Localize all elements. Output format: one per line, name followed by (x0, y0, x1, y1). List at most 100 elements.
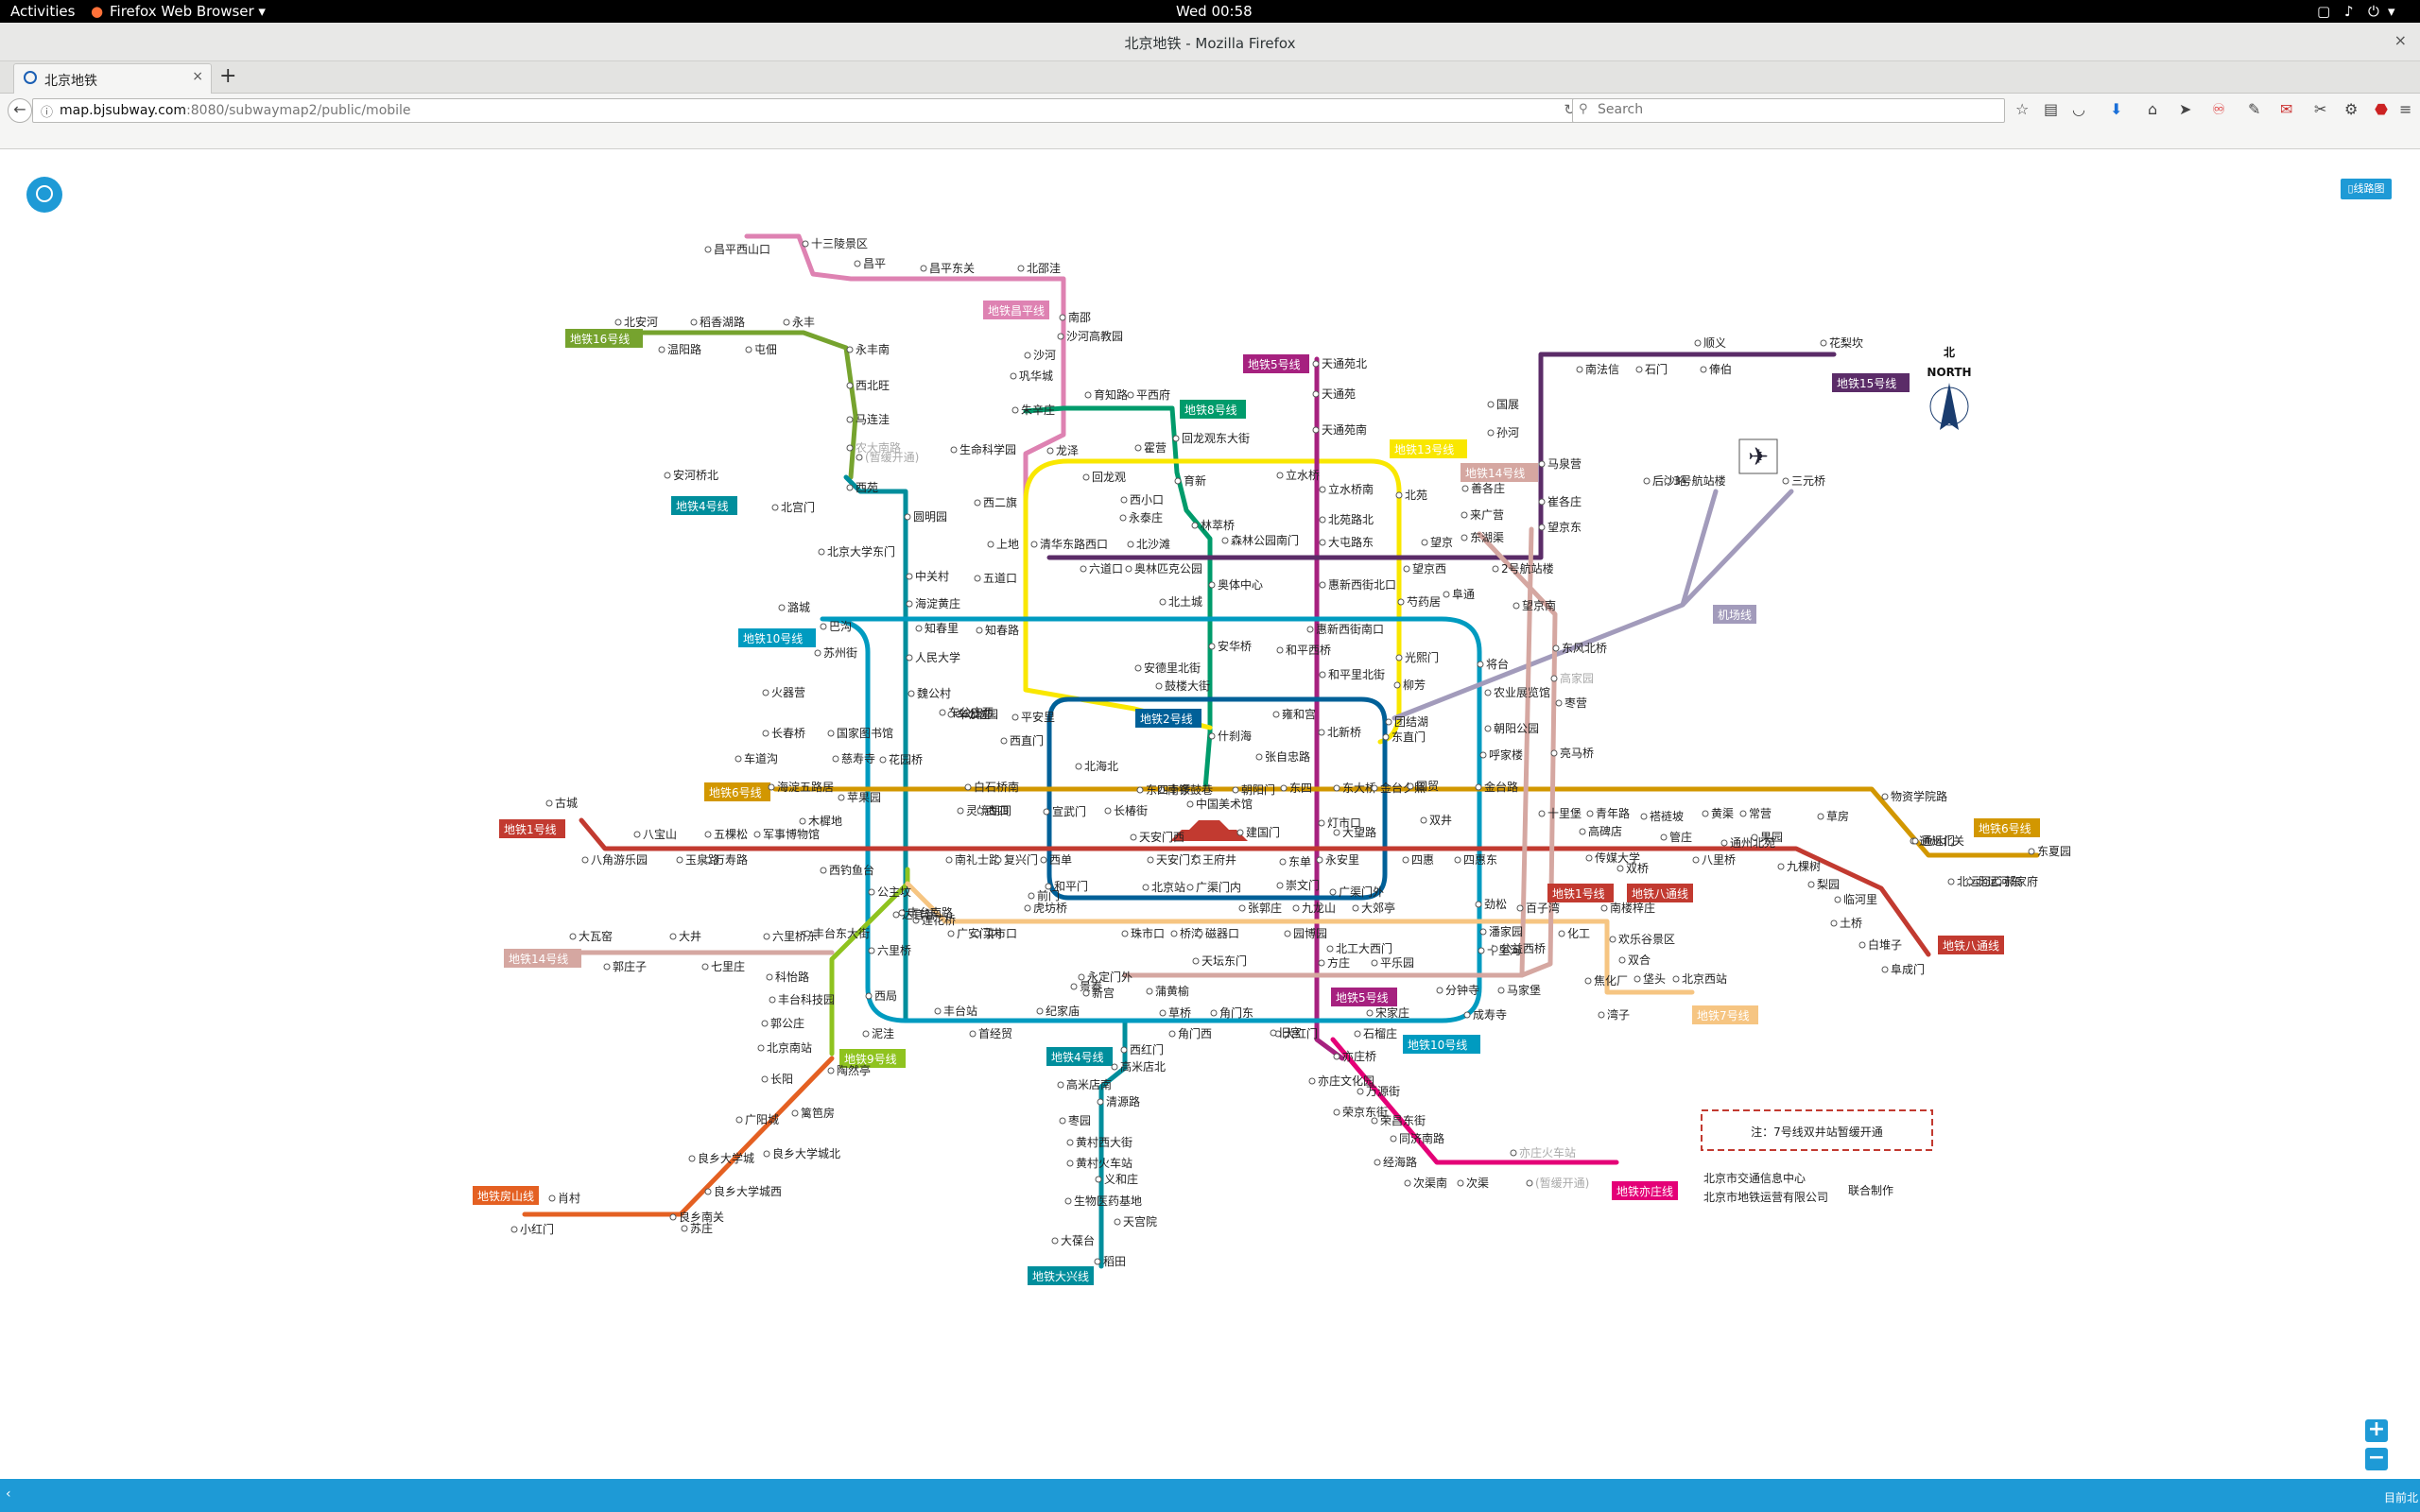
station-label[interactable]: 知春里 (925, 622, 959, 635)
station-label[interactable]: 阜成门 (1891, 962, 1925, 976)
station-label[interactable]: 3号航站楼 (1673, 473, 1726, 488)
station-label[interactable]: 经海路 (1383, 1155, 1417, 1169)
station-label[interactable]: 团结湖 (1394, 714, 1428, 729)
station-label[interactable]: 大井 (679, 930, 701, 943)
station-label[interactable]: 北邵洼 (1027, 262, 1061, 275)
station-label[interactable]: 天安门西 (1139, 830, 1184, 844)
station-label[interactable]: 广渠门外 (1339, 885, 1384, 899)
station-label[interactable]: 菜市口 (983, 926, 1017, 940)
station-label[interactable]: 北京站 (1151, 881, 1185, 894)
station-label[interactable]: 土桥 (1840, 917, 1862, 930)
station-label[interactable]: 良乡大学城 (698, 1151, 754, 1165)
station-label[interactable]: 物资学院路 (1891, 789, 1947, 803)
station-label[interactable]: 北安河 (624, 315, 658, 329)
station-label[interactable]: 火器营 (771, 686, 805, 699)
station-label[interactable]: 双井 (1429, 814, 1452, 827)
station-label[interactable]: 善各庄 (1471, 481, 1505, 495)
station-label[interactable]: 北京南站 (767, 1040, 812, 1055)
station-label[interactable]: 良乡大学城北 (772, 1146, 840, 1160)
station-label[interactable]: 奥体中心 (1218, 577, 1263, 592)
station-label[interactable]: 呼家楼 (1489, 747, 1523, 762)
station-label[interactable]: 国家图书馆 (837, 726, 893, 740)
station-label[interactable]: 南邵 (1068, 310, 1091, 324)
station-label[interactable]: 张自忠路 (1265, 749, 1310, 764)
station-label[interactable]: 西小口 (1130, 493, 1164, 507)
station-label[interactable]: 北工大西门 (1336, 941, 1392, 955)
station-label[interactable]: 篱笆房 (801, 1106, 835, 1120)
station-label[interactable]: 清华东路西口 (1040, 537, 1108, 551)
station-label[interactable]: 潘家园 (1489, 924, 1523, 938)
station-label[interactable]: 磁器口 (1205, 926, 1239, 940)
station-label[interactable]: 顺义 (1703, 336, 1726, 350)
station-label[interactable]: 长椿街 (1114, 804, 1148, 817)
station-label[interactable]: 人民大学 (915, 650, 960, 664)
station-label[interactable]: 万源街 (1366, 1085, 1400, 1098)
station-label[interactable]: (暂缓开通) (865, 451, 919, 464)
station-label[interactable]: 东风北桥 (1562, 642, 1607, 655)
gear-icon[interactable]: ⚙ (2344, 100, 2358, 118)
pocket-icon[interactable]: ◡ (2072, 100, 2085, 118)
station-label[interactable]: 西局 (874, 989, 897, 1003)
station-label[interactable]: 温阳路 (667, 342, 701, 356)
station-label[interactable]: 宣武门 (1052, 804, 1086, 818)
zoom-in-button[interactable]: + (2365, 1419, 2388, 1442)
station-label[interactable]: 西直门 (1010, 733, 1044, 747)
station-label[interactable]: 十三陵景区 (811, 237, 868, 250)
station-label[interactable]: 高米店北 (1120, 1059, 1166, 1074)
station-label[interactable]: 南楼梓庄 (1610, 901, 1655, 915)
station-label[interactable]: 朝阳公园 (1494, 722, 1539, 735)
station-label[interactable]: 宋家庄 (1375, 1005, 1409, 1020)
station-label[interactable]: 郭庄子 (613, 959, 647, 973)
station-label[interactable]: 西四 (986, 804, 1009, 817)
station-label[interactable]: 草房 (1826, 809, 1849, 823)
station-label[interactable]: 三元桥 (1791, 474, 1825, 488)
station-label[interactable]: 褡裢坡 (1650, 809, 1684, 823)
url-bar[interactable]: ⓘ map.bjsubway.com:8080/subwaymap2/publi… (32, 98, 1584, 123)
station-label[interactable]: 农业展览馆 (1494, 685, 1550, 699)
station-label[interactable]: 海淀五路居 (777, 780, 834, 794)
station-label[interactable]: 北苑 (1405, 489, 1427, 502)
station-label[interactable]: 中国美术馆 (1196, 797, 1253, 811)
station-label[interactable]: 五棵松 (714, 827, 748, 841)
station-label[interactable]: 西苑 (856, 481, 878, 494)
station-label[interactable]: 柳芳 (1403, 679, 1426, 692)
station-label[interactable]: 郭公庄 (770, 1016, 804, 1030)
station-label[interactable]: 梨园 (1817, 878, 1840, 891)
station-label[interactable]: 小红门 (520, 1222, 554, 1236)
station-label[interactable]: 慈寿寺 (841, 751, 875, 765)
station-label[interactable]: 和平西桥 (1286, 644, 1331, 657)
station-label[interactable]: 什刹海 (1218, 729, 1252, 743)
screenshot-icon[interactable]: ✂ (2314, 100, 2326, 118)
station-label[interactable]: 稻田 (1103, 1255, 1126, 1268)
new-tab-button[interactable]: + (219, 64, 236, 88)
station-label[interactable]: 芍药居 (1407, 595, 1441, 609)
station-label[interactable]: 大屯路东 (1328, 535, 1374, 549)
station-label[interactable]: 国贸 (1416, 780, 1439, 793)
station-label[interactable]: 珠市口 (1131, 926, 1165, 940)
station-label[interactable]: 2号航站楼 (1501, 561, 1554, 576)
station-label[interactable]: 常营 (1749, 807, 1772, 820)
station-label[interactable]: 张郭庄 (1248, 901, 1282, 915)
station-label[interactable]: 苏州街 (823, 646, 857, 660)
station-label[interactable]: 同济南路 (1399, 1131, 1444, 1145)
station-label[interactable]: 将台 (1486, 657, 1509, 671)
home-icon[interactable]: ⌂ (2148, 100, 2157, 118)
clock[interactable]: Wed 00:58 (1176, 3, 1253, 20)
clipboard-icon[interactable]: ▤ (2044, 100, 2058, 118)
station-label[interactable]: 草桥 (1168, 1006, 1191, 1020)
station-label[interactable]: 生物医药基地 (1074, 1194, 1142, 1208)
station-label[interactable]: 万寿路 (714, 852, 748, 867)
station-label[interactable]: 六里桥东 (772, 930, 818, 943)
station-label[interactable]: 陶然亭 (837, 1063, 871, 1077)
station-label[interactable]: 西二旗 (983, 495, 1017, 509)
station-label[interactable]: 大葆台 (1061, 1233, 1095, 1247)
station-label[interactable]: 北京大学东门 (827, 544, 895, 558)
addon-icon[interactable]: ♾ (2212, 100, 2225, 118)
station-label[interactable]: 复兴门 (1004, 852, 1038, 867)
station-label[interactable]: 西红门 (1130, 1042, 1164, 1057)
station-label[interactable]: 北新桥 (1327, 725, 1361, 739)
station-label[interactable]: 角门东 (1219, 1005, 1253, 1020)
station-label[interactable]: 丰台东大街 (813, 926, 870, 940)
station-label[interactable]: 安华桥 (1218, 639, 1252, 653)
station-label[interactable]: 良乡大学城西 (714, 1184, 782, 1198)
